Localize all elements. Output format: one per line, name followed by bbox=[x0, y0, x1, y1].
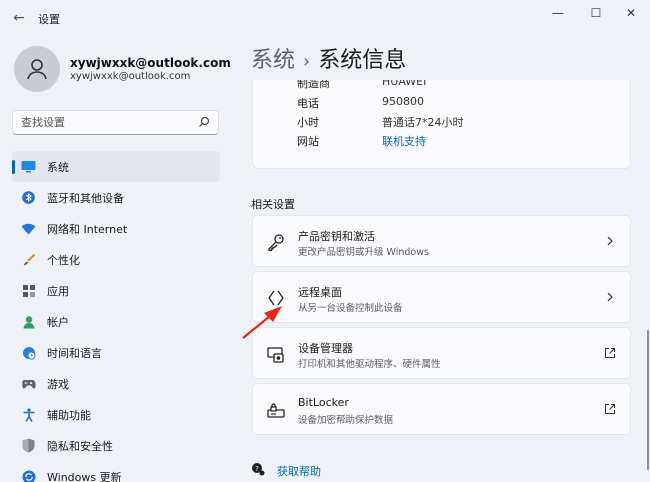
info-key: 小时 bbox=[297, 116, 319, 129]
section-title: 相关设置 bbox=[251, 198, 295, 211]
info-value: HUAWEI bbox=[382, 80, 427, 88]
sidebar-item-label: 时间和语言 bbox=[47, 347, 102, 360]
support-info-card: 制造商 HUAWEI 电话 950800 小时 普通话7*24小时 网站 联机支… bbox=[252, 80, 631, 169]
card-subtitle: 设备加密帮助保护数据 bbox=[298, 415, 394, 426]
update-icon bbox=[21, 469, 36, 482]
globe-clock-icon bbox=[21, 345, 36, 360]
search-input[interactable] bbox=[13, 111, 193, 134]
person-icon bbox=[21, 314, 36, 329]
card-product-key-activation[interactable]: 产品密钥和激活 更改产品密钥或升级 Windows bbox=[252, 215, 631, 267]
search-box[interactable] bbox=[12, 110, 219, 135]
search-icon[interactable] bbox=[198, 116, 210, 128]
user-name: xywjwxxk@outlook.com bbox=[70, 56, 231, 70]
shield-icon bbox=[21, 438, 36, 453]
get-help-link[interactable]: 获取帮助 bbox=[277, 463, 321, 479]
breadcrumb-parent[interactable]: 系统 bbox=[251, 48, 295, 73]
sidebar-item-label: 个性化 bbox=[47, 254, 80, 267]
maximize-button[interactable]: ☐ bbox=[583, 4, 609, 22]
card-bitlocker[interactable]: BitLocker 设备加密帮助保护数据 bbox=[252, 383, 631, 435]
brush-icon bbox=[21, 252, 36, 267]
person-icon bbox=[27, 59, 47, 80]
breadcrumb: 系统 › 系统信息 bbox=[251, 42, 406, 74]
bluetooth-icon bbox=[21, 190, 36, 205]
support-website-link[interactable]: 联机支持 bbox=[382, 133, 426, 149]
sidebar-item-network[interactable]: 网络和 Internet bbox=[12, 213, 220, 244]
info-value: 普通话7*24小时 bbox=[382, 116, 464, 129]
card-remote-desktop[interactable]: 远程桌面 从另一台设备控制此设备 bbox=[252, 271, 631, 323]
minimize-button[interactable]: — bbox=[545, 4, 571, 22]
card-subtitle: 更改产品密钥或升级 Windows bbox=[298, 247, 429, 258]
info-key: 网站 bbox=[297, 135, 319, 148]
card-subtitle: 打印机和其他驱动程序、硬件属性 bbox=[298, 359, 441, 370]
info-row: 网站 联机支持 bbox=[253, 133, 630, 151]
accessibility-icon bbox=[21, 407, 36, 422]
sidebar-item-label: 辅助功能 bbox=[47, 409, 91, 422]
card-subtitle: 从另一台设备控制此设备 bbox=[298, 303, 403, 314]
card-title: 设备管理器 bbox=[298, 342, 353, 355]
monitor-icon bbox=[21, 159, 36, 174]
close-button[interactable]: ✕ bbox=[618, 4, 644, 22]
sidebar-item-time-language[interactable]: 时间和语言 bbox=[12, 337, 220, 368]
sidebar-item-privacy[interactable]: 隐私和安全性 bbox=[12, 430, 220, 461]
sidebar-item-label: 隐私和安全性 bbox=[47, 440, 113, 453]
user-email: xywjwxxk@outlook.com bbox=[70, 71, 191, 82]
svg-text:?: ? bbox=[255, 465, 259, 473]
sidebar-item-label: 系统 bbox=[47, 161, 69, 174]
sidebar-item-bluetooth[interactable]: 蓝牙和其他设备 bbox=[12, 182, 220, 213]
sidebar-item-label: 应用 bbox=[47, 285, 69, 298]
sidebar-item-apps[interactable]: 应用 bbox=[12, 275, 220, 306]
app-title: 设置 bbox=[38, 13, 60, 26]
sidebar-item-label: 网络和 Internet bbox=[47, 223, 128, 236]
sidebar-nav: 系统 蓝牙和其他设备 网络和 Internet 个性化 应用 帐户 时间和语言 … bbox=[12, 151, 220, 482]
sidebar-item-windows-update[interactable]: Windows 更新 bbox=[12, 461, 220, 482]
game-icon bbox=[21, 376, 36, 391]
key-icon bbox=[266, 232, 286, 252]
sidebar-item-label: 帐户 bbox=[47, 316, 69, 329]
help-icon[interactable]: ? bbox=[251, 462, 265, 476]
card-title: BitLocker bbox=[298, 396, 349, 409]
card-device-manager[interactable]: 设备管理器 打印机和其他驱动程序、硬件属性 bbox=[252, 327, 631, 379]
sidebar-item-personalization[interactable]: 个性化 bbox=[12, 244, 220, 275]
page-title: 系统信息 bbox=[318, 48, 407, 73]
breadcrumb-separator: › bbox=[303, 51, 311, 72]
chevron-right-icon bbox=[607, 292, 613, 302]
info-key: 电话 bbox=[297, 97, 319, 110]
avatar[interactable] bbox=[14, 46, 60, 92]
scrollbar[interactable] bbox=[647, 330, 649, 470]
sidebar-item-label: Windows 更新 bbox=[47, 471, 122, 482]
card-title: 产品密钥和激活 bbox=[298, 230, 375, 243]
info-row: 制造商 HUAWEI bbox=[253, 80, 630, 93]
sidebar-item-label: 蓝牙和其他设备 bbox=[47, 192, 124, 205]
apps-icon bbox=[21, 283, 36, 298]
sidebar-item-gaming[interactable]: 游戏 bbox=[12, 368, 220, 399]
bitlocker-icon bbox=[266, 400, 286, 420]
wifi-icon bbox=[21, 221, 36, 236]
sidebar-item-label: 游戏 bbox=[47, 378, 69, 391]
title-bar: ← 设置 — ☐ ✕ bbox=[0, 0, 650, 36]
device-manager-icon bbox=[266, 344, 286, 364]
sidebar-item-system[interactable]: 系统 bbox=[12, 151, 220, 182]
external-link-icon bbox=[604, 403, 616, 415]
sidebar: xywjwxxk@outlook.com xywjwxxk@outlook.co… bbox=[0, 36, 232, 482]
info-row: 小时 普通话7*24小时 bbox=[253, 114, 630, 132]
external-link-icon bbox=[604, 347, 616, 359]
card-title: 远程桌面 bbox=[298, 286, 342, 299]
sidebar-item-accounts[interactable]: 帐户 bbox=[12, 306, 220, 337]
info-value: 950800 bbox=[382, 95, 424, 108]
info-key: 制造商 bbox=[297, 80, 330, 90]
sidebar-item-accessibility[interactable]: 辅助功能 bbox=[12, 399, 220, 430]
back-button[interactable]: ← bbox=[8, 8, 30, 28]
remote-desktop-icon bbox=[266, 288, 286, 308]
info-row: 电话 950800 bbox=[253, 95, 630, 113]
chevron-right-icon bbox=[607, 236, 613, 246]
